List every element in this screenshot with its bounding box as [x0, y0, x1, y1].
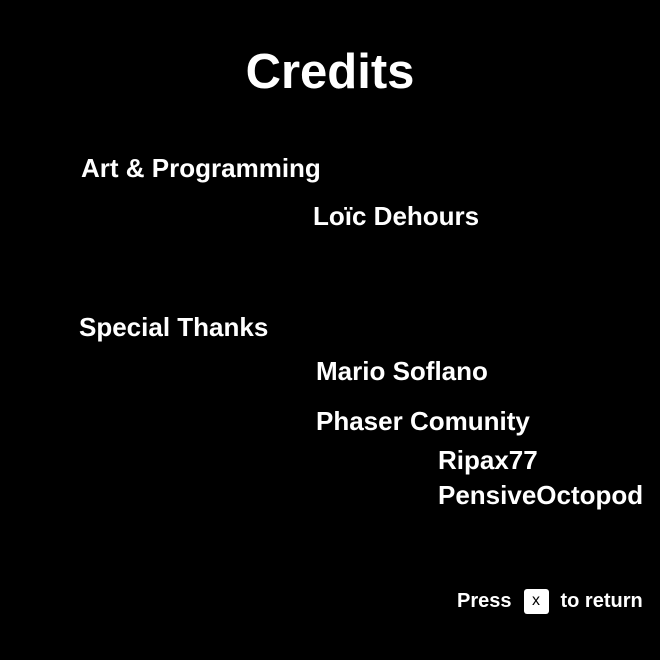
section-heading-art-programming: Art & Programming [81, 153, 321, 183]
x-key-icon[interactable]: x [523, 588, 549, 614]
return-hint-suffix: to return [560, 589, 643, 612]
credits-title: Credits [245, 45, 415, 99]
credit-name-pensiveoctopod: PensiveOctopod [438, 480, 644, 510]
section-heading-special-thanks: Special Thanks [79, 312, 269, 342]
return-hint-prefix: Press [457, 589, 512, 612]
credit-name-phaser-community: Phaser Comunity [316, 406, 530, 436]
return-hint: Press x to return [457, 588, 643, 614]
credit-name-loic-dehours: Loïc Dehours [313, 201, 480, 231]
credit-name-ripax77: Ripax77 [438, 445, 538, 475]
credit-name-mario-soflano: Mario Soflano [316, 356, 488, 386]
